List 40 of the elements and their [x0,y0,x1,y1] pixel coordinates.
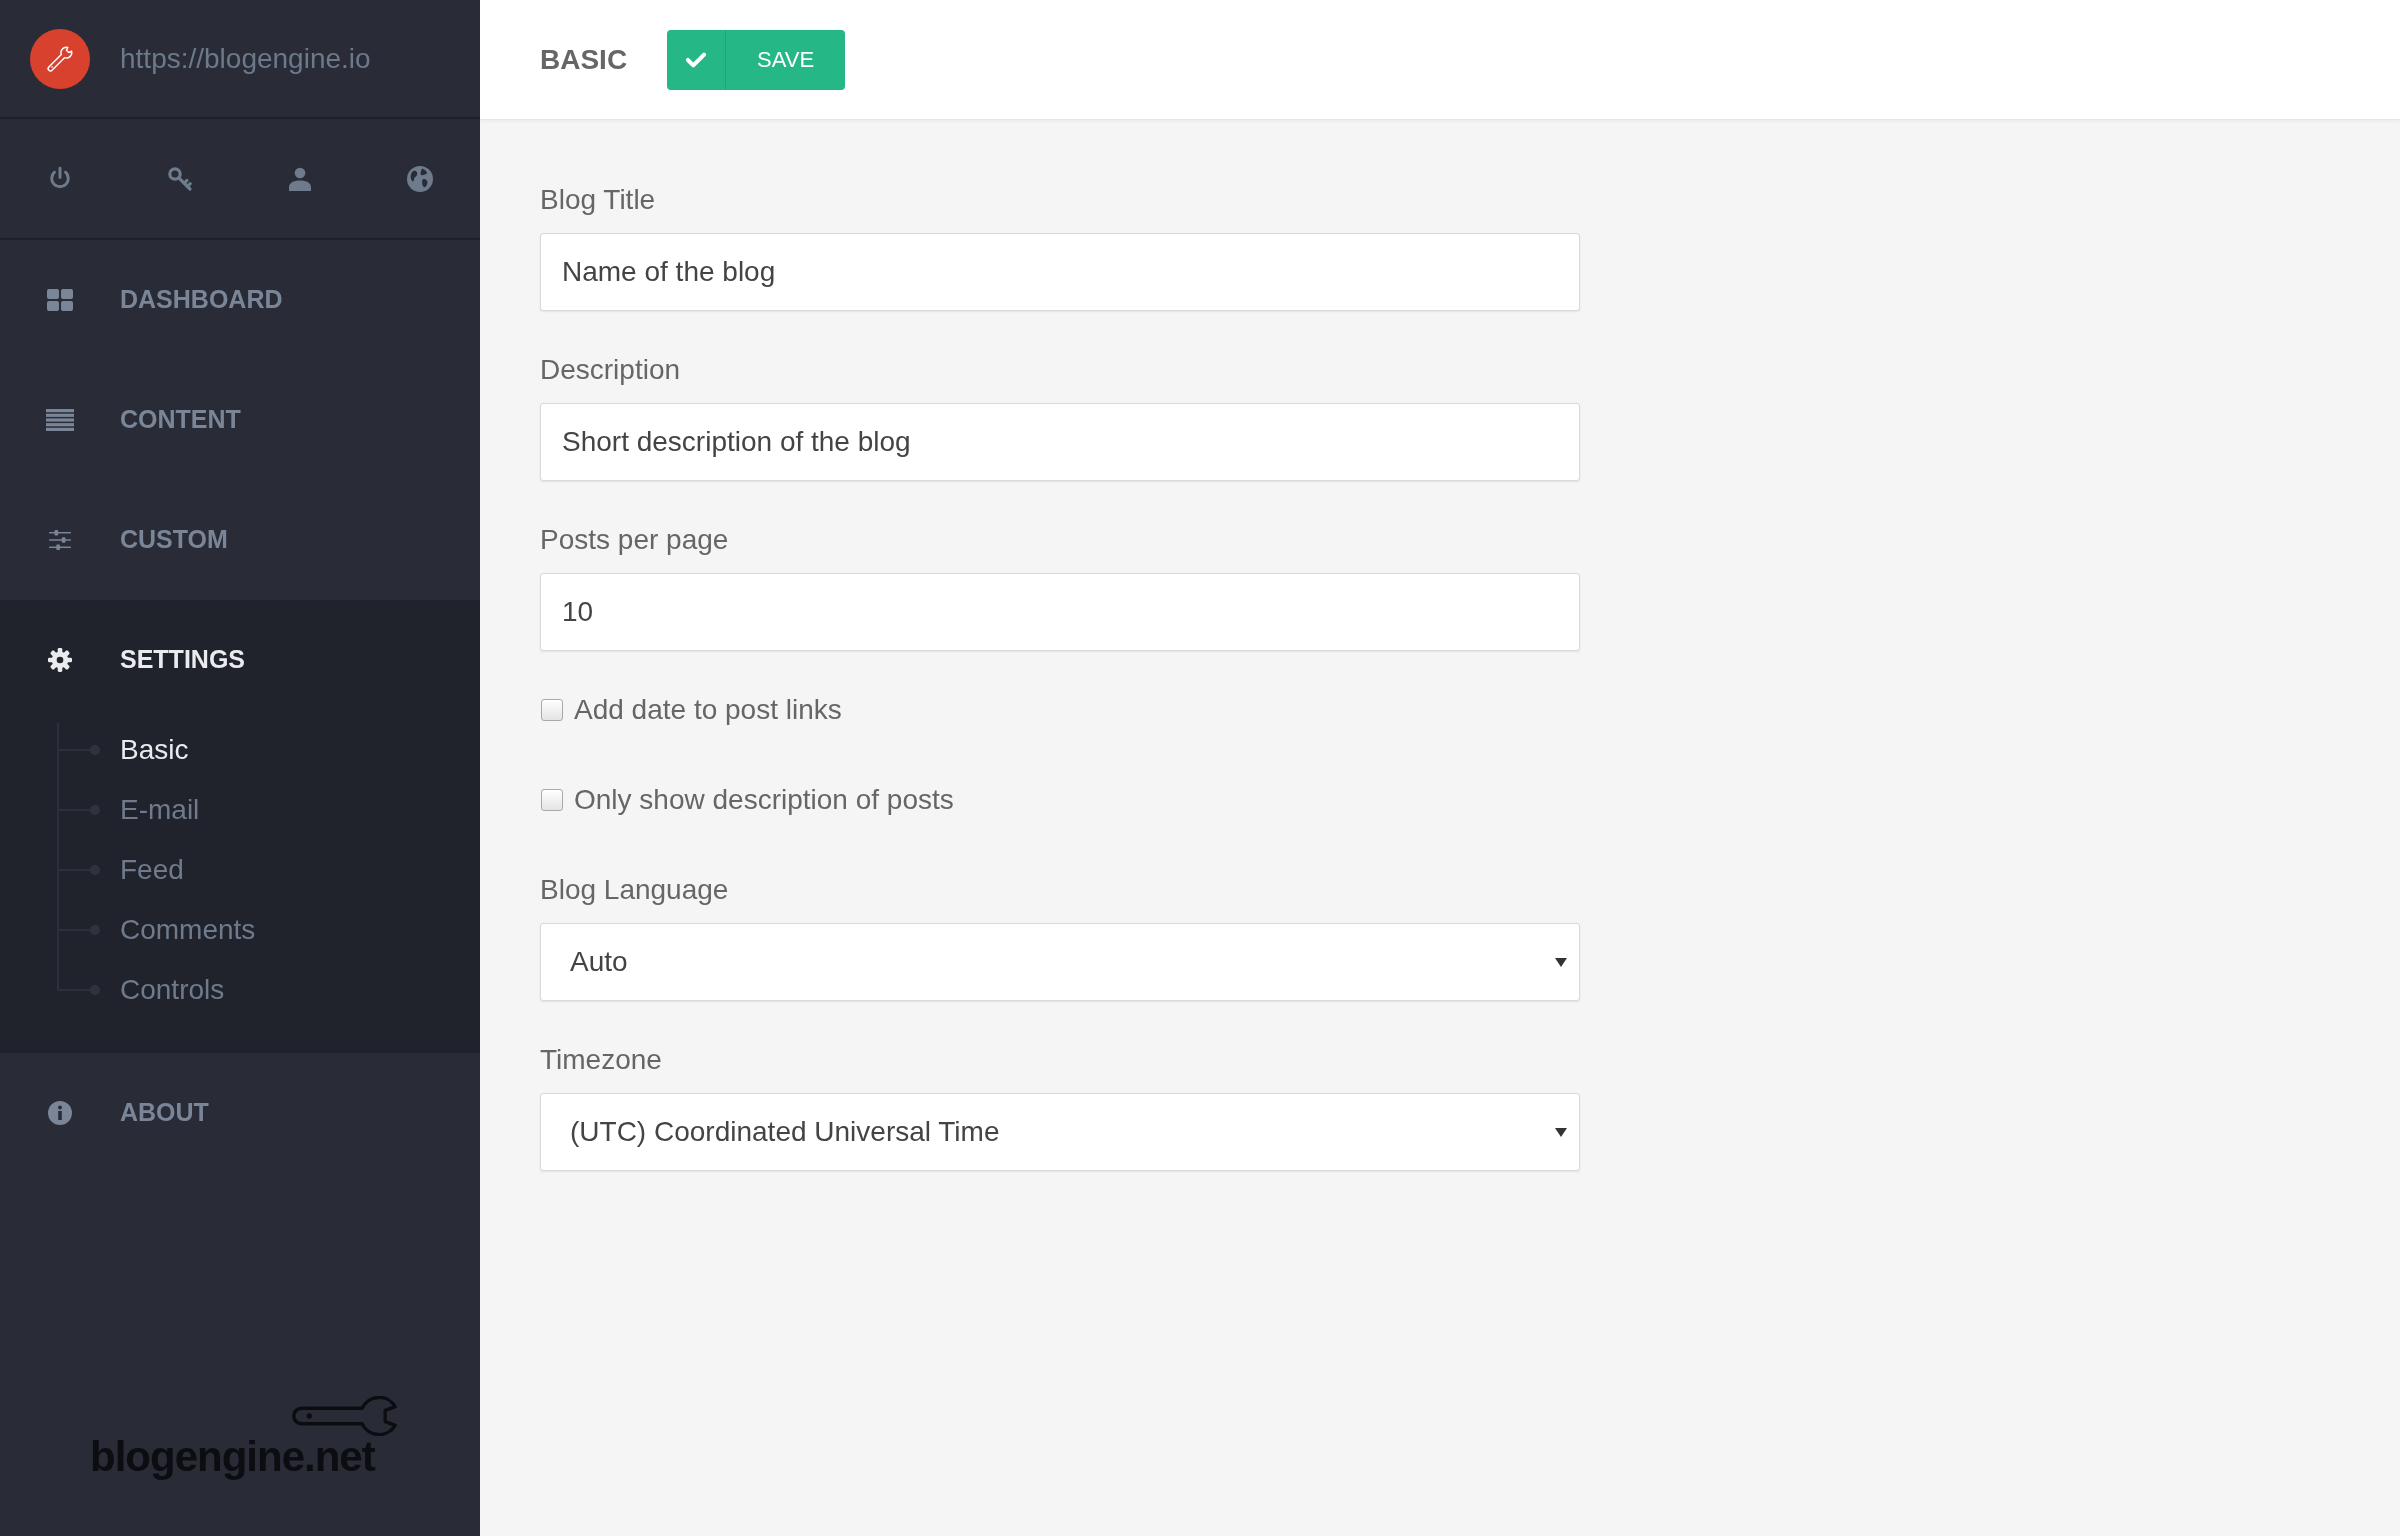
field-label: Posts per page [540,523,730,557]
site-link[interactable]: https://blogengine.io [120,37,371,80]
wrench-icon [30,28,90,89]
globe-icon[interactable] [407,165,433,192]
checkbox[interactable] [541,699,563,721]
checkbox-label: Only show description of posts [574,783,954,817]
key-icon[interactable] [167,165,193,192]
gear-icon [48,648,72,672]
save-button[interactable]: SAVE [667,29,846,90]
submenu-link[interactable]: Basic [120,729,189,771]
caret-icon [1555,1127,1567,1137]
text-input[interactable]: 10 [540,573,1580,651]
dropdown[interactable]: (UTC) Coordinated Universal Time [540,1093,1580,1171]
field-label: Description [540,353,682,387]
field-label: Blog Title [540,183,657,217]
grid-icon [47,289,73,311]
nav-link[interactable]: ABOUT [0,1053,480,1173]
nav-link[interactable]: SETTINGS [0,600,480,720]
page-title: BASIC [540,42,628,77]
info-icon [48,1101,72,1125]
submenu-link[interactable]: Feed [120,849,184,891]
nav-link[interactable]: CUSTOM [0,480,480,600]
field-label: Timezone [540,1043,663,1077]
submenu-link[interactable]: E-mail [120,789,200,831]
text-input[interactable]: Name of the blog [540,233,1580,311]
check-icon [685,50,708,69]
caret-icon [1555,957,1567,967]
field-label: Blog Language [540,873,730,907]
list-icon [46,409,74,431]
nav-link[interactable]: DASHBOARD [0,240,480,360]
nav-link[interactable]: CONTENT [0,360,480,480]
submenu-link[interactable]: Controls [120,969,225,1011]
dropdown[interactable]: Auto [540,923,1580,1001]
sliders-icon [49,530,71,550]
checkbox-label: Add date to post links [574,693,842,727]
checkbox[interactable] [541,789,563,811]
user-icon[interactable] [289,166,311,191]
power-icon[interactable] [48,166,72,191]
text-input[interactable]: Short description of the blog [540,403,1580,481]
submenu-link[interactable]: Comments [120,909,256,951]
